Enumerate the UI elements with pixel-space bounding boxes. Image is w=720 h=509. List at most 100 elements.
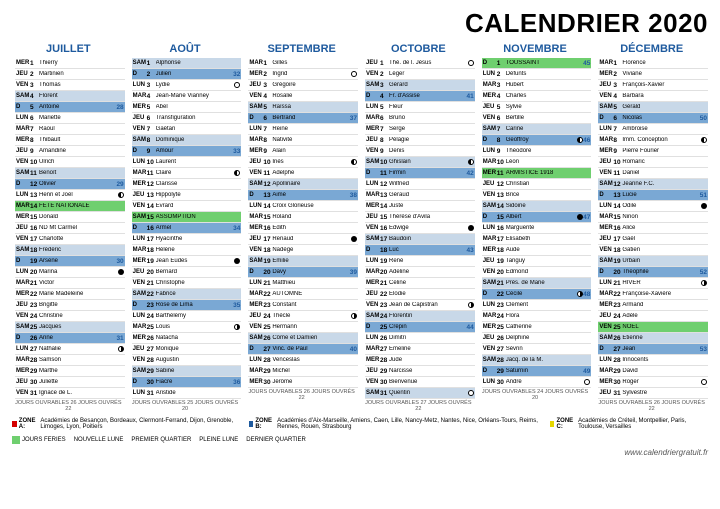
day-row: SAM26Côme et Damien [248,333,358,344]
day-row: MAR1Gilles [248,58,358,69]
day-row: LUN13Henri et Joël [15,190,125,201]
day-row: JEU10Inès [248,157,358,168]
day-row: VEN23Jean de Capistran [365,300,475,311]
moon-icon [234,82,240,88]
day-row: VEN18Nadège [248,245,358,256]
day-row: SAM11Benoît [15,168,125,179]
month-name: SEPTEMBRE [245,43,358,55]
day-row: LUN26Dimitri [365,333,475,344]
day-row: JEU3François-Xavier [598,80,708,91]
day-row: MER23Constant [248,300,358,311]
day-row: LUN28Venceslas [248,355,358,366]
day-row: SAM19Émilie [248,256,358,267]
day-row: D27Jean53 [598,344,708,355]
day-row: JEU2Martinien [15,69,125,80]
day-row: SAM25Jacques [15,322,125,333]
day-row: JEU15Thérèse d'Avila [365,212,475,223]
moon-icon [584,379,590,385]
day-row: SAM5Gérald [598,102,708,113]
day-row: MER11ARMISTICE 1918 [482,168,592,179]
day-row: D22Cécile48 [482,289,592,300]
day-row: MER23Armand [598,300,708,311]
month-footer: JOURS OUVRABLES 25 JOURS OUVRÉS 20 [129,400,242,412]
day-row: VEN25Hermann [248,322,358,333]
day-row: JEU30Juliette [15,377,125,388]
day-row: MER9Alain [248,146,358,157]
day-row: MER16Alice [598,223,708,234]
day-row: JEU31Sylvestre [598,388,708,399]
day-row: JEU13Hippolyte [132,190,242,201]
day-row: SAM3Gérard [365,80,475,91]
day-row: JEU23Brigitte [15,300,125,311]
day-row: LUN21Matthieu [248,278,358,289]
day-row: SAM21Prés. de Marie [482,278,592,289]
day-row: LUN7Reine [248,124,358,135]
day-row: MAR24Flora [482,311,592,322]
day-row: MAR11Claire [132,168,242,179]
day-row: SAM24Florentin [365,311,475,322]
day-row: SAM17Baudoin [365,234,475,245]
day-row: D11Firmin42 [365,168,475,179]
moon-icon [468,390,474,396]
day-row: VEN7Gaëtan [132,124,242,135]
month-column: NOVEMBRED1TOUSSAINT45LUN2DéfuntsMAR3Hube… [479,43,592,412]
day-row: MER7Serge [365,124,475,135]
month-name: AOÛT [129,43,242,55]
moon-icon [234,170,240,176]
day-row: JEU24Thècle [248,311,358,322]
day-row: JEU6Transfiguration [132,113,242,124]
day-row: MER16Edith [248,223,358,234]
day-row: MER21Céline [365,278,475,289]
day-row: VEN27Sévrin [482,344,592,355]
day-row: LUN28Innocents [598,355,708,366]
day-row: LUN5Fleur [365,102,475,113]
moon-icon [351,159,357,165]
day-row: JEU10Romaric [598,157,708,168]
day-row: MER19Jean Eudes [132,256,242,267]
day-row: JEU20Bernard [132,267,242,278]
day-row: MER4Charles [482,91,592,102]
moon-icon [351,71,357,77]
day-row: SAM15ASSOMPTION [132,212,242,223]
day-row: SAM8Dominique [132,135,242,146]
day-row: MAR8Imm. Conception [598,135,708,146]
day-row: MAR8Nativité [248,135,358,146]
day-row: SAM12Apollinaire [248,179,358,190]
month-column: DÉCEMBREMAR1FlorenceMER2VivianeJEU3Franç… [595,43,708,412]
day-row: LUN16Marguerite [482,223,592,234]
day-row: MER22Marie Madeleine [15,289,125,300]
day-row: MAR25Louis [132,322,242,333]
day-row: LUN9Théodore [482,146,592,157]
day-row: D12Olivier29 [15,179,125,190]
day-row: VEN6Bertille [482,113,592,124]
day-row: SAM22Fabrice [132,289,242,300]
day-row: MER5Abel [132,102,242,113]
day-row: D6Nicolas50 [598,113,708,124]
day-row: MER2Viviane [598,69,708,80]
zone-legend: ZONE A: Académies de Besançon, Bordeaux,… [12,418,708,430]
day-row: LUN27Nathalie [15,344,125,355]
day-row: MAR28Samson [15,355,125,366]
day-row: D27Vinc. de Paul40 [248,344,358,355]
day-row: VEN14Evrard [132,201,242,212]
day-row: MAR17Elisabeth [482,234,592,245]
moon-icon [468,302,474,308]
month-footer: JOURS OUVRABLES 26 JOURS OUVRÉS 22 [245,389,358,401]
day-row: D23Rose de Lima35 [132,300,242,311]
day-row: D9Amour33 [132,146,242,157]
moon-icon [234,258,240,264]
moon-icon [118,269,124,275]
day-row: MER9Pierre Fourier [598,146,708,157]
day-row: SAM19Urbain [598,256,708,267]
day-row: SAM4Florent [15,91,125,102]
day-row: MAR7Raoul [15,124,125,135]
day-row: VEN3Thomas [15,80,125,91]
month-name: NOVEMBRE [479,43,592,55]
day-row: VEN24Christine [15,311,125,322]
day-row: VEN28Augustin [132,355,242,366]
day-row: LUN3Lydie [132,80,242,91]
day-row: VEN21Christophe [132,278,242,289]
day-row: LUN23Clément [482,300,592,311]
day-row: D25Crépin44 [365,322,475,333]
day-row: MAR3Hubert [482,80,592,91]
